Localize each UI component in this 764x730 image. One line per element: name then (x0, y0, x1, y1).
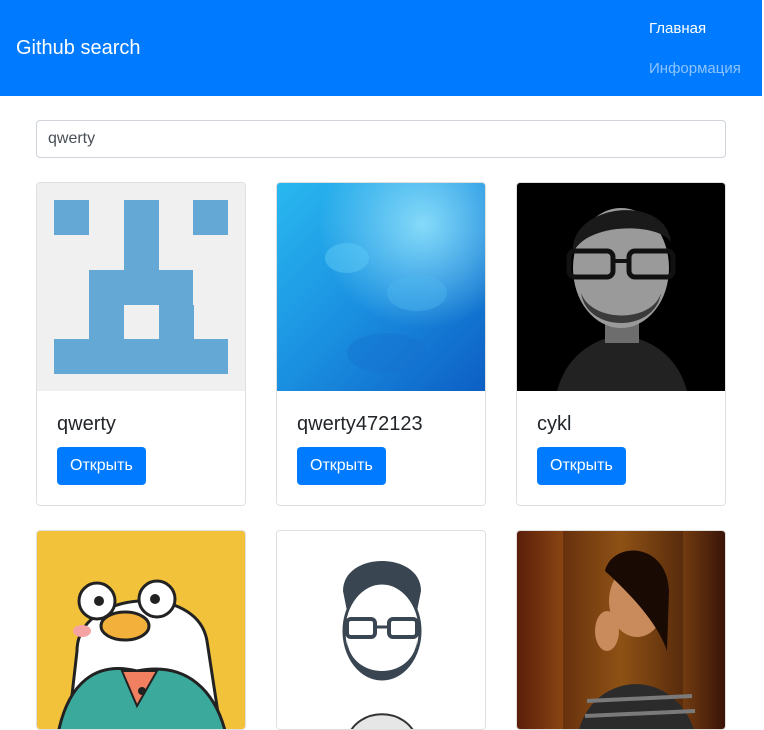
open-button[interactable]: Открыть (537, 447, 626, 485)
open-button[interactable]: Открыть (57, 447, 146, 485)
user-card (276, 530, 486, 730)
identicon-avatar (37, 183, 245, 391)
card-title: qwerty472123 (297, 413, 423, 435)
brand-title[interactable]: Github search (16, 36, 141, 60)
navbar: Github search Главная Информация (0, 0, 762, 96)
user-card (36, 530, 246, 730)
nav-link-home[interactable]: Главная (649, 20, 706, 38)
user-card: qwerty472123 Открыть (276, 182, 486, 506)
portrait-avatar (517, 183, 725, 391)
user-card: cykl Открыть (516, 182, 726, 506)
watercolor-avatar (277, 183, 485, 391)
card-title: qwerty (57, 413, 116, 435)
cartoon-man-avatar (277, 531, 485, 729)
user-card: qwerty Открыть (36, 182, 246, 506)
woman-portrait-avatar (517, 531, 725, 729)
open-button[interactable]: Открыть (297, 447, 386, 485)
user-card (516, 530, 726, 730)
nav-link-info[interactable]: Информация (649, 60, 741, 78)
search-input[interactable] (36, 120, 726, 158)
card-title: cykl (537, 413, 572, 435)
duck-avatar (37, 531, 245, 729)
